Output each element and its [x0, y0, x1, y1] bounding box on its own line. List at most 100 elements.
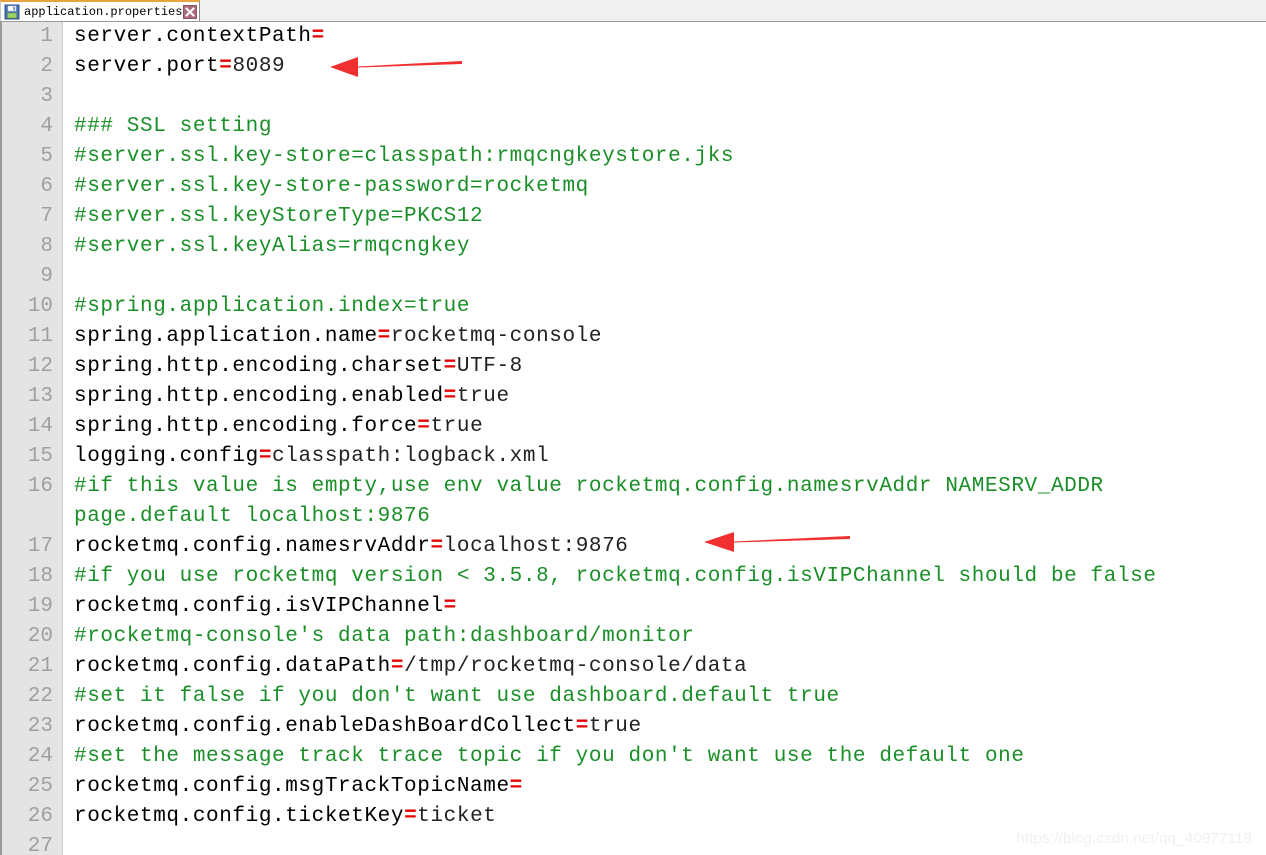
code-line[interactable]: #spring.application.index=true — [64, 292, 1266, 322]
code-line[interactable]: rocketmq.config.isVIPChannel= — [64, 592, 1266, 622]
token-comment: #set it false if you don't want use dash… — [74, 685, 840, 708]
token-val: true — [430, 415, 484, 438]
code-line[interactable]: rocketmq.config.ticketKey=ticket — [64, 802, 1266, 832]
code-line[interactable]: rocketmq.config.namesrvAddr=localhost:98… — [64, 532, 1266, 562]
token-val: 8089 — [232, 55, 286, 78]
code-line[interactable]: #if this value is empty,use env value ro… — [64, 472, 1266, 502]
token-val: rocketmq-console — [390, 325, 603, 348]
token-eq: = — [443, 355, 457, 378]
line-number: 10 — [27, 295, 53, 318]
line-number: 18 — [27, 565, 53, 588]
token-eq: = — [377, 325, 391, 348]
line-number: 21 — [27, 655, 53, 678]
code-line[interactable]: #set the message track trace topic if yo… — [64, 742, 1266, 772]
token-eq: = — [443, 385, 457, 408]
line-number: 15 — [27, 445, 53, 468]
editor-window: application.properties 1 2 3 4 5 6 7 8 9 10 11 12 13… — [0, 0, 1266, 855]
floppy-disk-icon — [4, 4, 20, 20]
code-line[interactable]: server.port=8089 — [64, 52, 1266, 82]
line-number-wrap-continuation — [2, 502, 62, 532]
token-eq: = — [575, 715, 589, 738]
close-icon[interactable] — [183, 4, 198, 19]
token-val: localhost:9876 — [443, 535, 629, 558]
line-number: 3 — [40, 85, 53, 108]
tab-label: application.properties — [24, 4, 183, 19]
token-comment: #rocketmq-console's data path:dashboard/… — [74, 625, 695, 648]
line-number: 7 — [40, 205, 53, 228]
token-comment: #server.ssl.keyAlias=rmqcngkey — [74, 235, 471, 258]
token-val: true — [588, 715, 642, 738]
line-number: 14 — [27, 415, 53, 438]
line-number: 20 — [27, 625, 53, 648]
code-line[interactable]: #server.ssl.keyStoreType=PKCS12 — [64, 202, 1266, 232]
token-val: UTF-8 — [456, 355, 523, 378]
line-number: 1 — [40, 25, 53, 48]
code-line[interactable]: spring.application.name=rocketmq-console — [64, 322, 1266, 352]
token-comment: page.default localhost:9876 — [74, 505, 431, 528]
token-key: rocketmq.config.enableDashBoardCollect — [74, 715, 576, 738]
line-number: 11 — [27, 325, 53, 348]
token-key: spring.http.encoding.charset — [74, 355, 444, 378]
code-content-area[interactable]: server.contextPath= server.port=8089 ### … — [64, 22, 1266, 855]
code-line[interactable]: spring.http.encoding.enabled=true — [64, 382, 1266, 412]
token-key: server.port — [74, 55, 220, 78]
token-comment: #if this value is empty,use env value ro… — [74, 475, 1104, 498]
code-line[interactable]: page.default localhost:9876 — [64, 502, 1266, 532]
code-line[interactable] — [64, 262, 1266, 292]
code-line[interactable]: rocketmq.config.dataPath=/tmp/rocketmq-c… — [64, 652, 1266, 682]
code-line[interactable]: rocketmq.config.msgTrackTopicName= — [64, 772, 1266, 802]
code-line[interactable]: #server.ssl.key-store=classpath:rmqcngke… — [64, 142, 1266, 172]
code-line[interactable]: server.contextPath= — [64, 22, 1266, 52]
token-eq: = — [390, 655, 405, 678]
line-number: 2 — [40, 55, 53, 78]
line-number: 8 — [40, 235, 53, 258]
token-val: classpath:logback.xml — [272, 445, 550, 468]
tab-application-properties[interactable]: application.properties — [0, 0, 201, 21]
token-key: spring.http.encoding.enabled — [74, 385, 444, 408]
code-line[interactable] — [64, 82, 1266, 112]
code-line[interactable]: #server.ssl.key-store-password=rocketmq — [64, 172, 1266, 202]
token-key: logging.config — [74, 445, 259, 468]
line-number: 12 — [27, 355, 53, 378]
token-key: rocketmq.config.dataPath — [74, 655, 391, 678]
token-key: rocketmq.config.isVIPChannel — [74, 595, 444, 618]
tab-bar: application.properties — [0, 0, 1266, 22]
code-line[interactable]: #set it false if you don't want use dash… — [64, 682, 1266, 712]
line-number: 16 — [27, 475, 53, 498]
token-comment: #server.ssl.key-store=classpath:rmqcngke… — [74, 145, 735, 168]
line-number: 24 — [27, 745, 53, 768]
line-number: 25 — [27, 775, 53, 798]
code-line[interactable]: rocketmq.config.enableDashBoardCollect=t… — [64, 712, 1266, 742]
line-number: 22 — [27, 685, 53, 708]
line-number: 23 — [27, 715, 53, 738]
token-comment: #server.ssl.keyStoreType=PKCS12 — [74, 205, 484, 228]
token-val: true — [456, 385, 510, 408]
line-number: 26 — [27, 805, 53, 828]
line-number: 4 — [40, 115, 53, 138]
token-eq: = — [509, 775, 523, 798]
token-comment: #spring.application.index=true — [74, 295, 471, 318]
token-val: /tmp/rocketmq-console/data — [404, 655, 748, 678]
token-comment: ### SSL setting — [74, 115, 273, 138]
line-number: 17 — [27, 535, 53, 558]
code-line[interactable]: spring.http.encoding.charset=UTF-8 — [64, 352, 1266, 382]
code-line[interactable]: spring.http.encoding.force=true — [64, 412, 1266, 442]
code-line[interactable]: #if you use rocketmq version < 3.5.8, ro… — [64, 562, 1266, 592]
line-number: 19 — [27, 595, 53, 618]
code-line[interactable]: logging.config=classpath:logback.xml — [64, 442, 1266, 472]
token-eq: = — [311, 25, 325, 48]
token-key: rocketmq.config.msgTrackTopicName — [74, 775, 510, 798]
code-line[interactable]: #rocketmq-console's data path:dashboard/… — [64, 622, 1266, 652]
line-number: 13 — [27, 385, 53, 408]
token-comment: #server.ssl.key-store-password=rocketmq — [74, 175, 589, 198]
code-line[interactable]: #server.ssl.keyAlias=rmqcngkey — [64, 232, 1266, 262]
line-number: 27 — [27, 835, 53, 855]
token-key: server.contextPath — [74, 25, 312, 48]
token-comment: #if you use rocketmq version < 3.5.8, ro… — [74, 565, 1157, 588]
code-editor[interactable]: 1 2 3 4 5 6 7 8 9 10 11 12 13 14 15 16 17 18 19 20 21 22 23 24 2… — [0, 22, 1266, 855]
token-eq: = — [443, 595, 457, 618]
code-line[interactable]: ### SSL setting — [64, 112, 1266, 142]
token-eq: = — [417, 415, 431, 438]
token-eq: = — [430, 535, 444, 558]
tab-bar-empty-area — [200, 0, 1266, 21]
